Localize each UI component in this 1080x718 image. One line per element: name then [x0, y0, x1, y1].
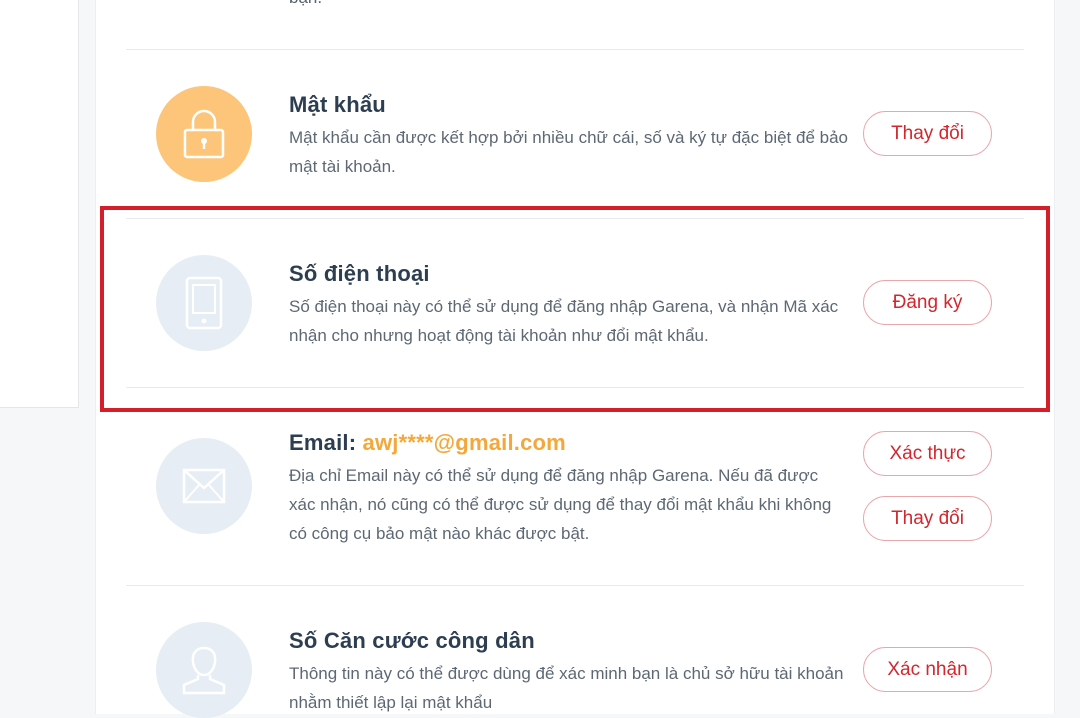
email-verify-button[interactable]: Xác thực	[863, 431, 992, 476]
password-change-button[interactable]: Thay đổi	[863, 111, 992, 156]
left-sidebar	[0, 0, 79, 408]
email-value: awj****@gmail.com	[362, 430, 566, 455]
lock-icon	[156, 86, 252, 182]
divider	[126, 49, 1024, 50]
email-description: Địa chỉ Email này có thể sử dụng để đăng…	[289, 466, 832, 543]
divider	[126, 585, 1024, 586]
id-card-title: Số Căn cước công dân	[289, 628, 535, 653]
email-label: Email:	[289, 430, 357, 455]
id-card-description: Thông tin này có thể được dùng để xác mi…	[289, 664, 844, 712]
password-description: Mật khẩu cần được kết hợp bởi nhiều chữ …	[289, 128, 848, 176]
password-title: Mật khẩu	[289, 92, 386, 117]
user-icon	[156, 622, 252, 718]
previous-section-text: bạn.	[289, 0, 322, 8]
email-title: Email: awj****@gmail.com	[289, 430, 566, 456]
id-card-confirm-button[interactable]: Xác nhận	[863, 647, 992, 692]
highlight-box	[100, 206, 1050, 412]
email-change-button[interactable]: Thay đổi	[863, 496, 992, 541]
envelope-icon	[156, 438, 252, 534]
